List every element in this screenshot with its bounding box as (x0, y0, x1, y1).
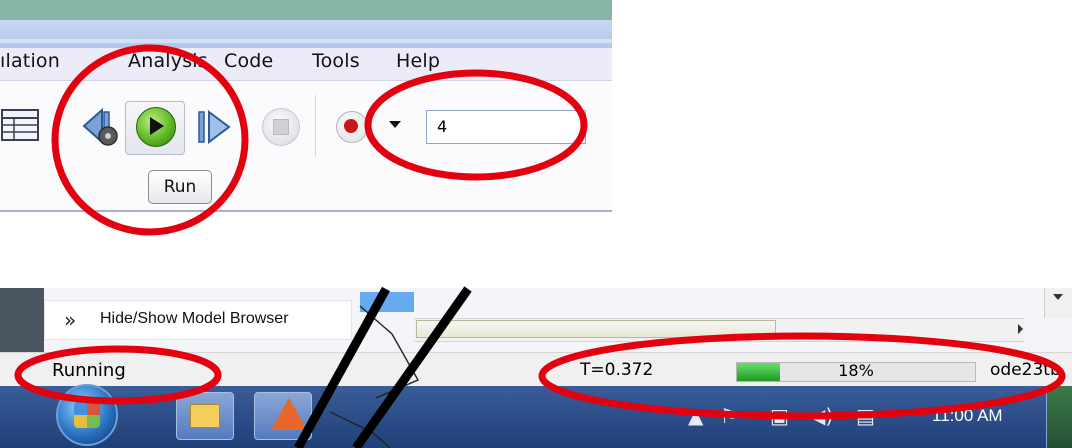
scroll-right-icon[interactable] (1018, 324, 1023, 334)
title-bar-gradient (0, 20, 612, 48)
simulation-time: T=0.372 (580, 360, 654, 380)
toolbar-separator (315, 95, 316, 157)
menu-code[interactable]: Code (224, 50, 273, 72)
model-explorer-icon[interactable] (0, 106, 44, 146)
scroll-down-icon[interactable] (1053, 294, 1063, 300)
simulink-status-crop: » Hide/Show Model Browser Running T=0.37… (0, 288, 1072, 448)
power-icon[interactable]: ▤ (856, 404, 875, 428)
menu-bar: ılation Analysis Code Tools Help (0, 48, 612, 81)
menu-simulation[interactable]: ılation (0, 50, 60, 72)
title-bar-highlight (0, 39, 612, 43)
step-back-icon[interactable] (78, 104, 124, 150)
hide-show-model-browser-label: Hide/Show Model Browser (100, 310, 289, 327)
windows-taskbar (0, 386, 1072, 448)
left-panel-edge (0, 288, 44, 352)
double-chevron-icon: » (64, 308, 77, 332)
menu-tools[interactable]: Tools (312, 50, 360, 72)
progress-percent: 18% (838, 361, 874, 380)
title-bar (0, 0, 612, 20)
stop-time-field[interactable]: 4 (426, 110, 586, 144)
system-clock[interactable]: 11:00 AM (932, 406, 1003, 426)
folder-icon (190, 404, 220, 428)
volume-icon[interactable]: ◀) (810, 404, 833, 428)
selected-cell (360, 292, 414, 312)
vertical-scrollbar[interactable] (1044, 288, 1072, 318)
matlab-icon (271, 398, 307, 430)
simulation-status: Running (52, 360, 126, 381)
record-icon (344, 119, 358, 133)
step-forward-icon[interactable] (195, 106, 239, 148)
play-icon (150, 117, 164, 135)
record-dropdown-arrow-icon[interactable] (389, 121, 401, 128)
show-desktop-button[interactable] (1046, 386, 1072, 448)
stop-icon (273, 119, 289, 135)
solver-name: ode23tb (990, 360, 1061, 380)
action-center-flag-icon[interactable]: ⚑ (720, 404, 738, 428)
menu-help[interactable]: Help (396, 50, 440, 72)
windows-logo-icon (74, 402, 100, 428)
scrollbar-thumb[interactable] (416, 320, 776, 338)
menu-analysis[interactable]: Analysis (128, 50, 208, 72)
simulink-toolbar-crop: ılation Analysis Code Tools Help 4 Run (0, 0, 612, 222)
run-tooltip: Run (148, 170, 212, 204)
toolbar-divider (0, 210, 612, 212)
network-icon[interactable]: ▣ (770, 404, 789, 428)
show-hidden-icons-icon[interactable]: ▲ (688, 404, 703, 428)
